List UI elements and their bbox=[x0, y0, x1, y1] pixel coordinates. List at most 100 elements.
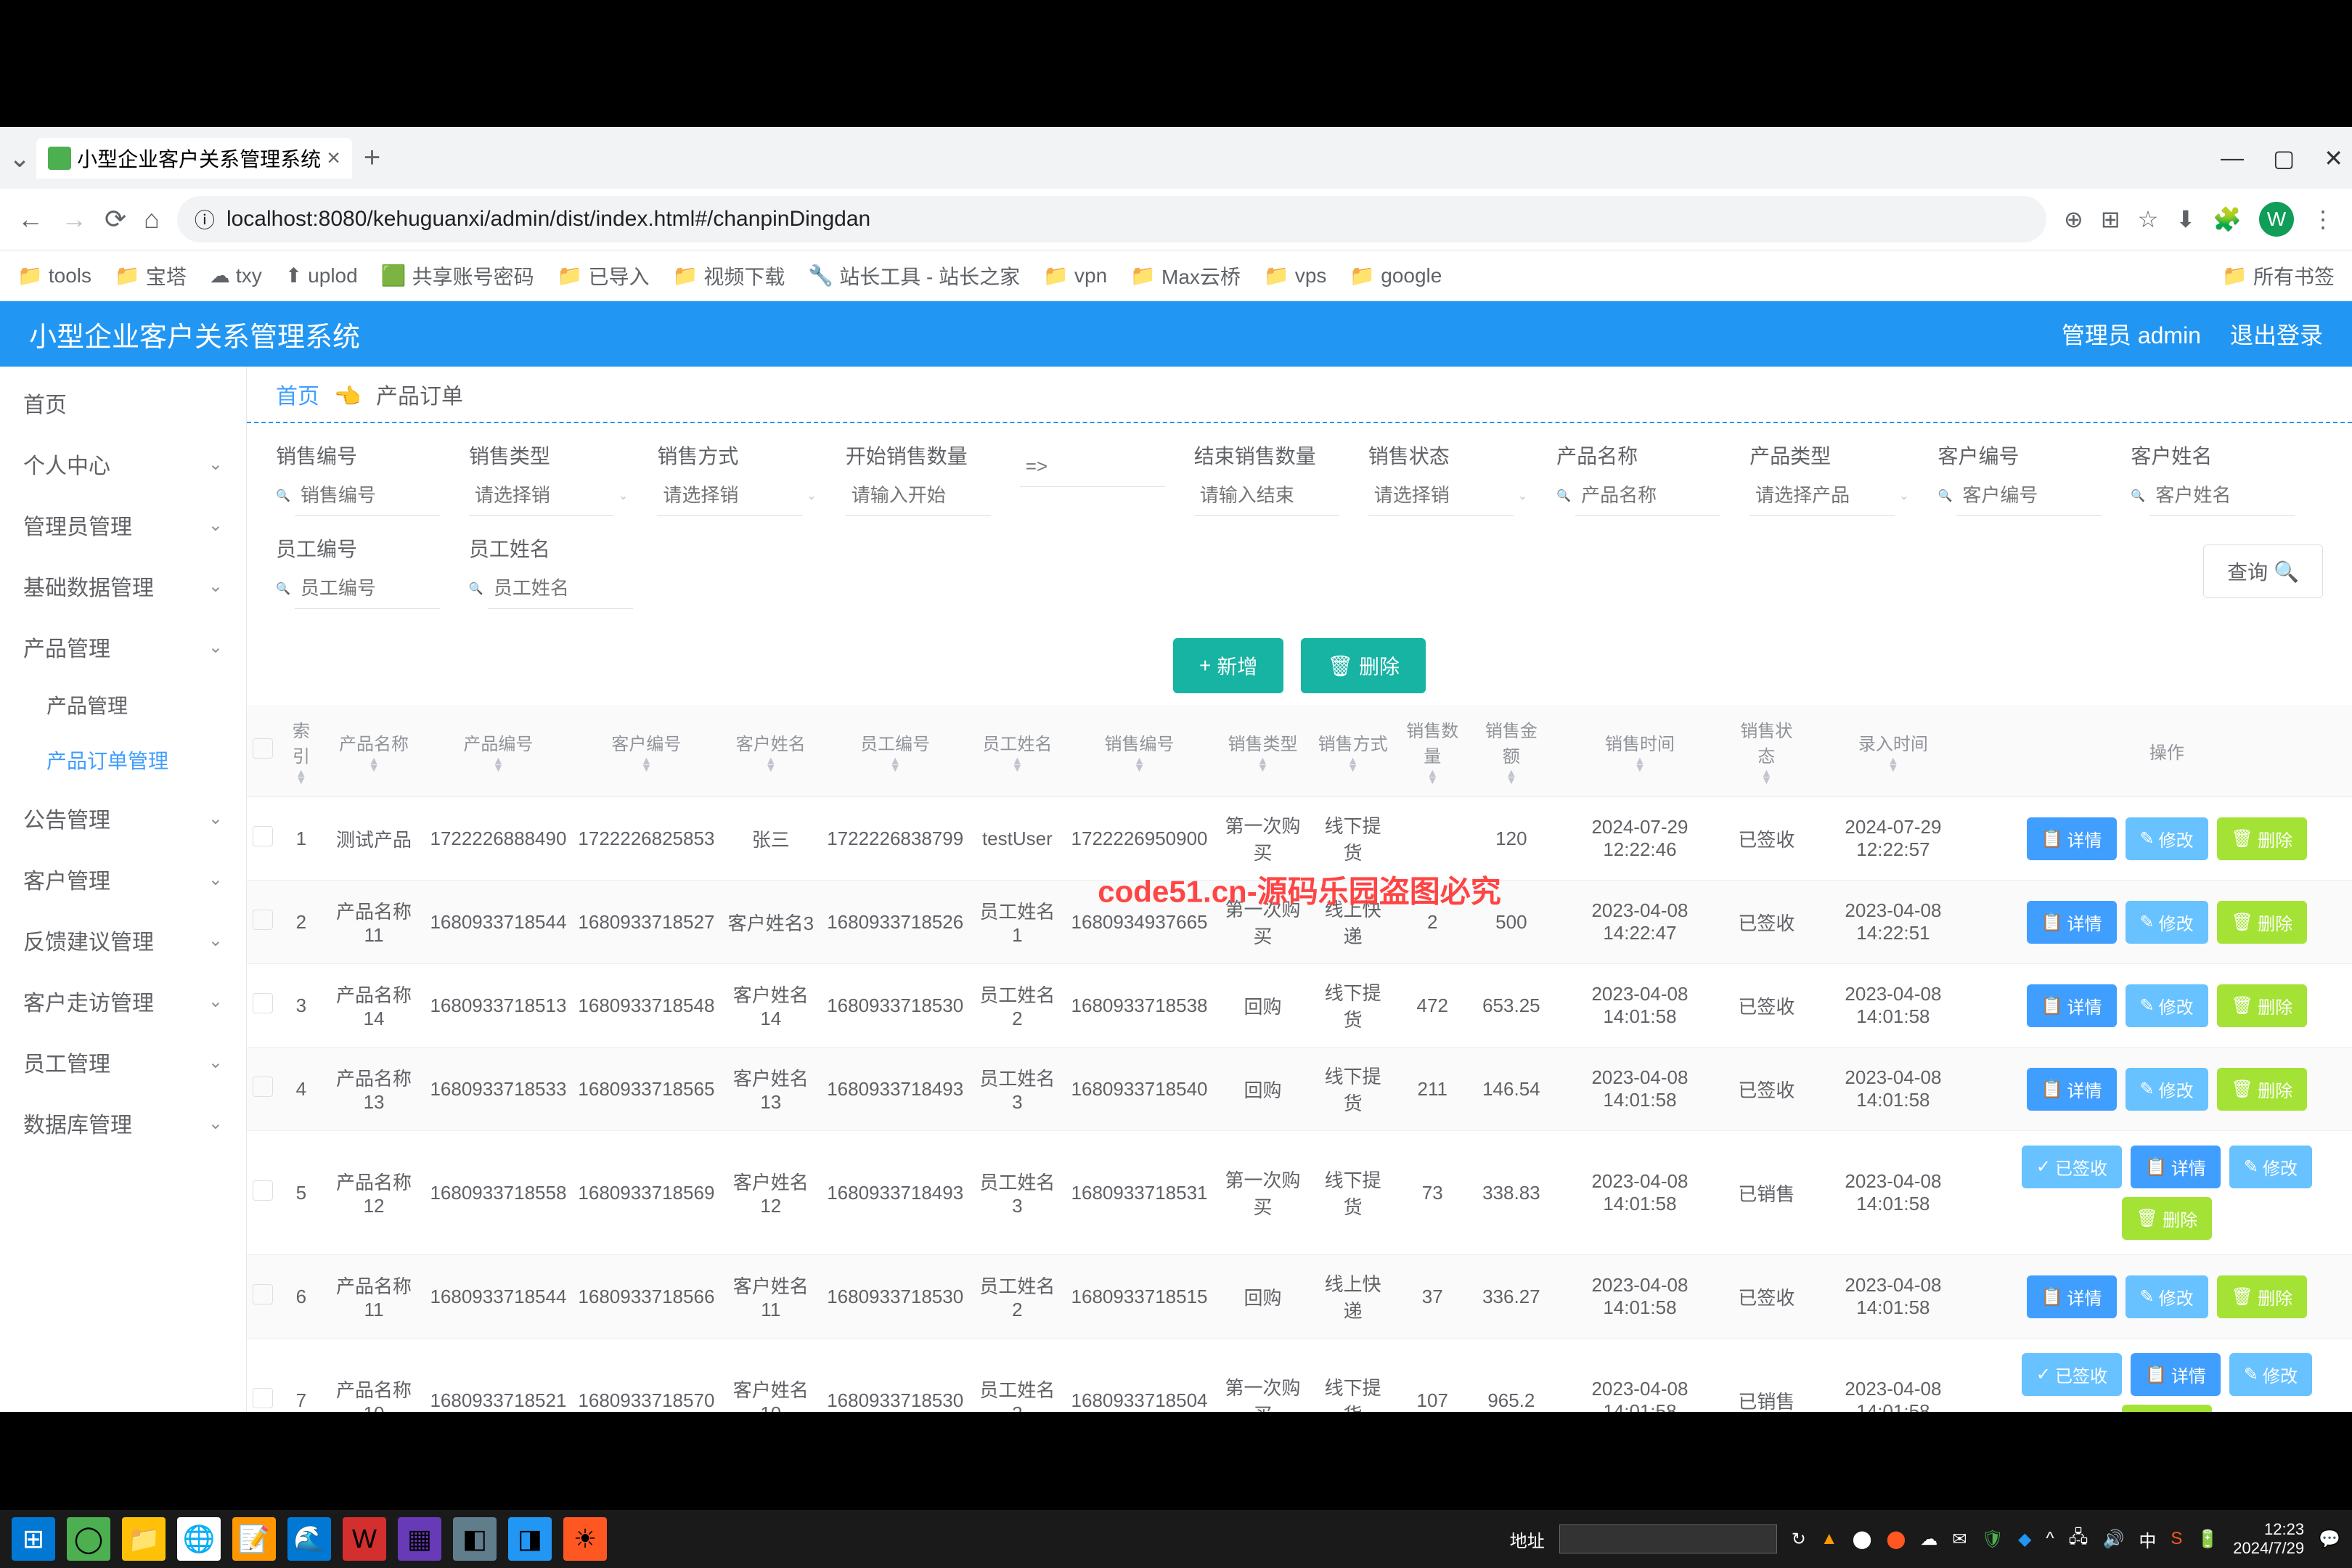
task-ide-icon[interactable]: ▦ bbox=[398, 1517, 441, 1561]
menu-icon[interactable]: ⋮ bbox=[2311, 205, 2335, 233]
task-explorer-icon[interactable]: 📁 bbox=[122, 1517, 166, 1561]
puzzle-icon[interactable]: 🧩 bbox=[2213, 205, 2242, 233]
bookmark-item[interactable]: ⬆uplod bbox=[285, 264, 358, 287]
sort-icon[interactable]: ▲▼ bbox=[1506, 770, 1517, 785]
new-tab-button[interactable]: + bbox=[355, 142, 389, 174]
sidebar-item[interactable]: 反馈建议管理⌄ bbox=[0, 910, 246, 971]
profile-avatar[interactable]: W bbox=[2259, 202, 2294, 237]
tray-address-input[interactable] bbox=[1559, 1524, 1777, 1553]
sidebar-subitem[interactable]: 产品管理 bbox=[0, 677, 246, 732]
sort-icon[interactable]: ▲▼ bbox=[295, 770, 307, 785]
row-checkbox[interactable] bbox=[253, 1284, 273, 1304]
all-bookmarks[interactable]: 📁所有书签 bbox=[2222, 261, 2335, 290]
table-header[interactable]: 产品编号▲▼ bbox=[424, 705, 572, 797]
admin-label[interactable]: 管理员 admin bbox=[2062, 317, 2201, 351]
sidebar-item[interactable]: 公告管理⌄ bbox=[0, 788, 246, 849]
table-header[interactable]: 销售状态▲▼ bbox=[1728, 705, 1805, 797]
sort-icon[interactable]: ▲▼ bbox=[765, 758, 777, 772]
delete-button[interactable]: 🗑删除 bbox=[2217, 1275, 2307, 1318]
sort-icon[interactable]: ▲▼ bbox=[1347, 758, 1359, 772]
table-header[interactable]: 操作 bbox=[1982, 705, 2352, 797]
delete-button[interactable]: 🗑删除 bbox=[2122, 1197, 2212, 1240]
task-app-icon[interactable]: ☀ bbox=[563, 1517, 607, 1561]
filter-input[interactable] bbox=[1956, 475, 2102, 516]
table-header[interactable]: 销售类型▲▼ bbox=[1214, 705, 1312, 797]
select-all-checkbox[interactable] bbox=[253, 738, 273, 759]
sort-icon[interactable]: ▲▼ bbox=[1887, 758, 1899, 772]
translate-icon[interactable]: ⊕ bbox=[2064, 205, 2083, 233]
filter-input[interactable] bbox=[1020, 446, 1165, 487]
edit-button[interactable]: ✎修改 bbox=[2126, 901, 2208, 944]
bookmark-item[interactable]: 🟩共享账号密码 bbox=[381, 261, 534, 290]
tray-volume-icon[interactable]: 🔊 bbox=[2102, 1529, 2124, 1550]
tray-icon[interactable]: ◆ bbox=[2018, 1529, 2031, 1550]
edit-button[interactable]: ✎修改 bbox=[2229, 1146, 2312, 1188]
filter-input[interactable] bbox=[1368, 475, 1514, 516]
tray-network-icon[interactable]: 🖧 bbox=[2069, 1524, 2088, 1554]
sidebar-item[interactable]: 管理员管理⌄ bbox=[0, 494, 246, 555]
forward-icon[interactable]: → bbox=[61, 204, 87, 234]
start-button[interactable]: ⊞ bbox=[12, 1517, 55, 1561]
delete-button[interactable]: 🗑删除 bbox=[2217, 901, 2307, 944]
delete-button[interactable]: 🗑删除 bbox=[2122, 1405, 2212, 1412]
detail-button[interactable]: 📋详情 bbox=[2027, 984, 2117, 1027]
sort-icon[interactable]: ▲▼ bbox=[1426, 770, 1438, 785]
tray-icon[interactable]: ⬤ bbox=[1853, 1529, 1872, 1550]
row-checkbox[interactable] bbox=[253, 993, 273, 1013]
task-chrome-icon[interactable]: 🌐 bbox=[177, 1517, 221, 1561]
table-header[interactable]: 销售编号▲▼ bbox=[1066, 705, 1214, 797]
task-app-icon[interactable]: ◯ bbox=[67, 1517, 110, 1561]
sort-icon[interactable]: ▲▼ bbox=[1761, 770, 1773, 785]
extension-icon[interactable]: ⊞ bbox=[2101, 205, 2120, 233]
bookmark-item[interactable]: ☁txy bbox=[210, 264, 262, 287]
tray-battery-icon[interactable]: 🔋 bbox=[2197, 1529, 2218, 1550]
tab-dropdown-icon[interactable]: ⌄ bbox=[9, 143, 30, 173]
table-header[interactable]: 客户编号▲▼ bbox=[572, 705, 720, 797]
filter-input[interactable] bbox=[488, 568, 633, 609]
edit-button[interactable]: ✎修改 bbox=[2126, 1068, 2208, 1111]
filter-input[interactable] bbox=[657, 475, 802, 516]
tray-icon[interactable]: ⬤ bbox=[1887, 1529, 1906, 1550]
delete-button[interactable]: 🗑删除 bbox=[2217, 984, 2307, 1027]
tray-icon[interactable]: ▲ bbox=[1821, 1529, 1838, 1549]
filter-input[interactable] bbox=[295, 568, 440, 609]
detail-button[interactable]: 📋详情 bbox=[2131, 1146, 2221, 1188]
delete-button[interactable]: 🗑删除 bbox=[1301, 638, 1426, 693]
bookmark-item[interactable]: 📁Max云桥 bbox=[1130, 261, 1241, 290]
sort-icon[interactable]: ▲▼ bbox=[640, 758, 652, 772]
bookmark-star-icon[interactable]: ☆ bbox=[2138, 205, 2159, 233]
sidebar-item[interactable]: 数据库管理⌄ bbox=[0, 1093, 246, 1153]
row-checkbox[interactable] bbox=[253, 826, 273, 846]
tray-icon[interactable]: ☁ bbox=[1920, 1529, 1937, 1550]
sidebar-item[interactable]: 基础数据管理⌄ bbox=[0, 555, 246, 616]
filter-input[interactable] bbox=[2149, 475, 2295, 516]
detail-button[interactable]: 📋详情 bbox=[2027, 817, 2117, 860]
bookmark-item[interactable]: 📁视频下载 bbox=[672, 261, 785, 290]
tray-ime-icon[interactable]: 中 bbox=[2139, 1527, 2156, 1552]
sort-icon[interactable]: ▲▼ bbox=[889, 758, 901, 772]
detail-button[interactable]: 📋详情 bbox=[2131, 1353, 2221, 1396]
edit-button[interactable]: ✎修改 bbox=[2126, 1275, 2208, 1318]
task-edge-icon[interactable]: 🌊 bbox=[287, 1517, 331, 1561]
detail-button[interactable]: 📋详情 bbox=[2027, 1068, 2117, 1111]
table-header[interactable]: 产品名称▲▼ bbox=[324, 705, 425, 797]
bookmark-item[interactable]: 📁vpn bbox=[1043, 264, 1107, 287]
tray-refresh-icon[interactable]: ↻ bbox=[1792, 1529, 1806, 1550]
tray-icon[interactable]: ✉ bbox=[1952, 1529, 1967, 1550]
bookmark-item[interactable]: 🔧站长工具 - 站长之家 bbox=[808, 261, 1020, 290]
sidebar-subitem[interactable]: 产品订单管理 bbox=[0, 732, 246, 788]
table-header[interactable]: 员工编号▲▼ bbox=[821, 705, 969, 797]
tray-clock[interactable]: 12:23 2024/7/29 bbox=[2233, 1520, 2304, 1558]
table-header[interactable]: 销售数量▲▼ bbox=[1394, 705, 1471, 797]
breadcrumb-home[interactable]: 首页 bbox=[276, 385, 319, 409]
sort-icon[interactable]: ▲▼ bbox=[368, 758, 380, 772]
add-button[interactable]: +新增 bbox=[1173, 638, 1283, 693]
task-app-icon[interactable]: ◧ bbox=[453, 1517, 497, 1561]
address-bar[interactable]: ⓘ localhost:8080/kehuguanxi/admin/dist/i… bbox=[177, 196, 2046, 242]
maximize-icon[interactable]: ▢ bbox=[2273, 144, 2295, 172]
home-icon[interactable]: ⌂ bbox=[144, 204, 160, 234]
task-wps-icon[interactable]: W bbox=[343, 1517, 386, 1561]
sign-button[interactable]: ✓已签收 bbox=[2022, 1353, 2122, 1396]
bookmark-item[interactable]: 📁vps bbox=[1264, 264, 1326, 287]
tray-notification-icon[interactable]: 💬 bbox=[2319, 1529, 2340, 1550]
